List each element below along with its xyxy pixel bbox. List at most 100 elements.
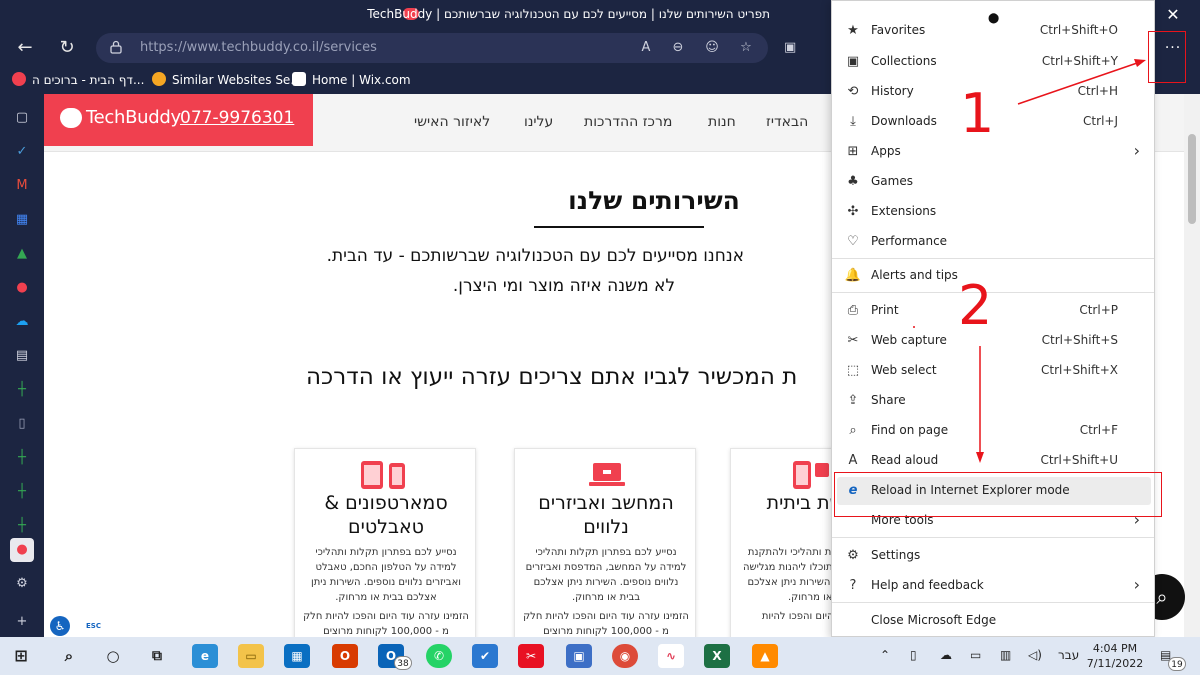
menu-item-performance[interactable]: ♡ Performance	[832, 228, 1154, 256]
collections-icon[interactable]: ▣	[784, 40, 802, 56]
drive-icon[interactable]: ▲	[10, 242, 34, 266]
cortana-icon[interactable]: ○	[100, 644, 126, 668]
tracking-prevention-icon[interactable]: ☺	[702, 39, 722, 57]
system-clock[interactable]: 4:04 PM 7/11/2022	[1080, 641, 1150, 671]
nav-item-about[interactable]: עלינו	[524, 114, 553, 130]
menu-label: Favorites	[871, 23, 926, 37]
address-bar[interactable]: https://www.techbuddy.co.il/services A ⊖…	[96, 33, 768, 63]
tray-battery-icon[interactable]: ▭	[970, 648, 981, 662]
task-view-icon[interactable]: ⧉	[144, 644, 170, 668]
tray-cloud-icon[interactable]: ☁	[940, 648, 952, 662]
nav-item-shop[interactable]: חנות	[708, 114, 736, 130]
menu-item-print[interactable]: ⎙ Print Ctrl+P	[832, 297, 1154, 325]
monday-icon[interactable]: ∿	[658, 644, 684, 668]
cloud-icon[interactable]: ☁	[10, 310, 34, 334]
refresh-icon[interactable]: ↻	[54, 36, 80, 60]
menu-item-read-aloud[interactable]: A Read aloud Ctrl+Shift+U	[832, 447, 1154, 475]
add-sidebar-app-icon[interactable]: +	[10, 610, 34, 634]
favorite-label: דף הבית - ברוכים ה...	[32, 73, 145, 87]
todo-icon[interactable]: ✔	[472, 644, 498, 668]
favorite-item-wix[interactable]: Home | Wix.com	[292, 71, 411, 89]
office-icon[interactable]: O	[332, 644, 358, 668]
sheets-icon-2[interactable]: ┼	[10, 446, 34, 470]
techbuddy-logo-icon	[60, 108, 82, 128]
phone-link[interactable]: 077-9976301	[180, 108, 294, 128]
file-explorer-icon[interactable]: ▭	[238, 644, 264, 668]
add-favorite-icon[interactable]: ☆	[736, 39, 756, 57]
close-window-button[interactable]: ✕	[1160, 4, 1186, 26]
scrollbar-thumb[interactable]	[1188, 134, 1196, 224]
nav-item-buddies[interactable]: הבאדיז	[766, 114, 808, 130]
nav-item-personal-area[interactable]: לאיזור האישי	[414, 114, 490, 130]
language-indicator[interactable]: עבר	[1058, 648, 1079, 662]
menu-label: Close Microsoft Edge	[871, 613, 997, 627]
service-card-smartphones[interactable]: סמארטפונים & טאבלטים נסייע לכם בפתרון תק…	[294, 448, 476, 639]
menu-shortcut: Ctrl+H	[1077, 84, 1118, 98]
menu-shortcut: Ctrl+J	[1083, 114, 1118, 128]
calendar-icon[interactable]: ▦	[10, 208, 34, 232]
techbuddy-sidebar-icon[interactable]: ●	[10, 276, 34, 300]
nav-item-training[interactable]: מרכז ההדרכות	[584, 114, 672, 130]
brand-name: TechBuddy	[86, 107, 181, 128]
gmail-icon[interactable]: M	[10, 174, 34, 198]
chrome-icon[interactable]: ◉	[612, 644, 638, 668]
menu-label: Games	[871, 174, 913, 188]
menu-item-share[interactable]: ⇪ Share	[832, 387, 1154, 415]
url-text[interactable]: https://www.techbuddy.co.il/services	[140, 40, 377, 55]
menu-label: Settings	[871, 548, 921, 562]
whatsapp-icon[interactable]: ✆	[426, 644, 452, 668]
wix-icon	[292, 72, 306, 86]
remote-app-icon[interactable]: ▣	[566, 644, 592, 668]
vlc-icon[interactable]: ▲	[752, 644, 778, 668]
favorite-item-home[interactable]: דף הבית - ברוכים ה...	[12, 71, 144, 89]
windows-start-icon[interactable]: ⊞	[8, 644, 34, 668]
zoom-icon[interactable]: ⊖	[668, 39, 688, 57]
apps-icon: ⊞	[847, 144, 859, 159]
sheets-icon-3[interactable]: ┼	[10, 480, 34, 504]
read-aloud-icon[interactable]: A	[636, 39, 656, 57]
menu-item-extensions[interactable]: ✣ Extensions	[832, 198, 1154, 226]
card-description: נסייע לכם בפתרון תקלות ותהליכי למידה על …	[525, 547, 687, 603]
menu-item-web-select[interactable]: ⬚ Web select Ctrl+Shift+X	[832, 357, 1154, 385]
techbuddy-active-icon[interactable]: ●	[10, 538, 34, 562]
menu-separator	[832, 537, 1154, 538]
page-scrollbar[interactable]	[1184, 94, 1200, 639]
menu-item-find-on-page[interactable]: ⌕ Find on page Ctrl+F	[832, 417, 1154, 445]
menu-item-collections[interactable]: ▣ Collections Ctrl+Shift+Y	[832, 48, 1154, 76]
site-logo-block[interactable]: TechBuddy 077-9976301	[44, 94, 313, 146]
find-icon: ⌕	[849, 423, 857, 438]
tray-network-icon[interactable]: ▥	[1000, 648, 1011, 662]
menu-separator	[832, 292, 1154, 293]
sheets-icon-4[interactable]: ┼	[10, 514, 34, 538]
sheets-icon[interactable]: ┼	[10, 378, 34, 402]
esc-label[interactable]: ESC	[86, 622, 101, 630]
tray-volume-icon[interactable]: ◁)	[1028, 648, 1042, 662]
menu-label: Performance	[871, 234, 948, 248]
menu-item-alerts-and-tips[interactable]: 🔔 Alerts and tips	[832, 262, 1154, 290]
menu-item-help-and-feedback[interactable]: ? Help and feedback ›	[832, 572, 1154, 600]
back-arrow-icon[interactable]: ←	[12, 36, 38, 60]
tasks-icon[interactable]: ✓	[10, 140, 34, 164]
document-icon[interactable]: ▤	[10, 344, 34, 368]
snipping-tool-icon[interactable]: ✂	[518, 644, 544, 668]
menu-item-games[interactable]: ♣ Games	[832, 168, 1154, 196]
menu-item-web-capture[interactable]: ✂ Web capture Ctrl+Shift+S	[832, 327, 1154, 355]
store-icon[interactable]: ▦	[284, 644, 310, 668]
url-host: https://www.techbuddy.co.il	[140, 40, 320, 55]
accessibility-icon[interactable]: ♿	[50, 616, 70, 636]
file-icon[interactable]: ▯	[10, 412, 34, 436]
favorite-item-similar-websites[interactable]: Similar Websites Se...	[152, 71, 302, 89]
menu-item-close-edge[interactable]: Close Microsoft Edge	[832, 607, 1154, 635]
sidebar-settings-icon[interactable]: ⚙	[10, 572, 34, 596]
tray-device-icon[interactable]: ▯	[910, 648, 917, 662]
menu-item-settings[interactable]: ⚙ Settings	[832, 542, 1154, 570]
tray-chevron-up-icon[interactable]: ⌃	[880, 648, 890, 662]
outlook-badge: 38	[394, 656, 412, 670]
service-card-computer[interactable]: המחשב ואביזרים נלווים נסייע לכם בפתרון ת…	[514, 448, 696, 639]
lock-icon	[110, 40, 122, 54]
menu-item-favorites[interactable]: ★ Favorites Ctrl+Shift+O	[832, 17, 1154, 45]
search-icon[interactable]: ⌕	[56, 644, 82, 668]
edge-taskbar-icon[interactable]: e	[192, 644, 218, 668]
excel-icon[interactable]: X	[704, 644, 730, 668]
tab-actions-icon[interactable]: ▢	[10, 106, 34, 130]
